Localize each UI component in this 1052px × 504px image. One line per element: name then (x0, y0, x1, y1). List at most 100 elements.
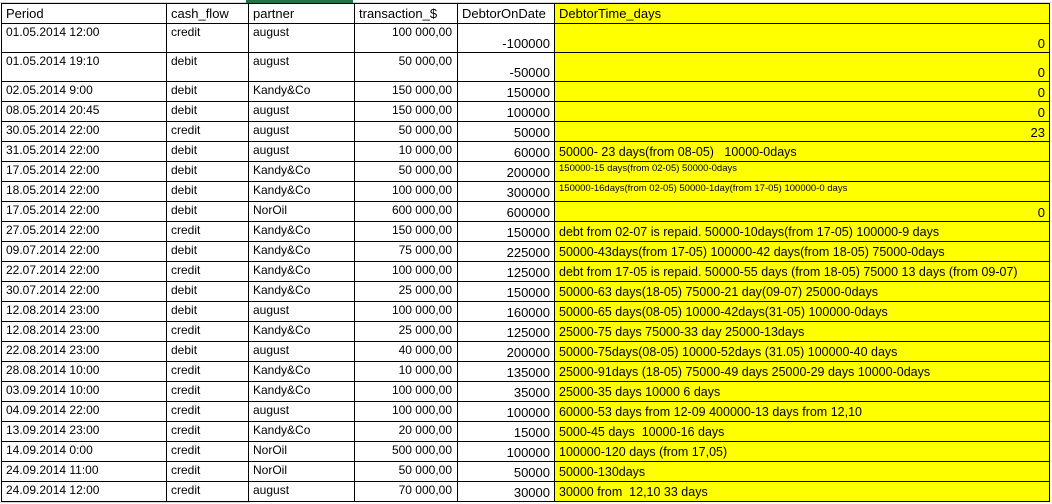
cell-partner[interactable]: august (248, 101, 355, 122)
cell-period[interactable]: 22.08.2014 23:00 (1, 341, 167, 362)
cell-transaction[interactable]: 100 000,00 (354, 301, 458, 322)
cell-cash-flow[interactable]: debit (166, 341, 249, 362)
cell-transaction[interactable]: 10 000,00 (354, 141, 458, 162)
cell-partner[interactable]: Kandy&Co (248, 421, 355, 442)
cell-debtor-on-date[interactable]: 600000 (457, 201, 555, 222)
cell-period[interactable]: 09.07.2014 22:00 (1, 241, 167, 262)
cell-cash-flow[interactable]: credit (166, 381, 249, 402)
cell-period[interactable]: 01.05.2014 12:00 (1, 23, 167, 53)
cell-period[interactable]: 12.08.2014 23:00 (1, 301, 167, 322)
cell-partner[interactable]: Kandy&Co (248, 181, 355, 202)
cell-period[interactable]: 22.07.2014 22:00 (1, 261, 167, 282)
cell-debtor-on-date[interactable]: 160000 (457, 301, 555, 322)
cell-debtor-time-days[interactable]: 25000-35 days 10000 6 days (554, 381, 1050, 402)
cell-cash-flow[interactable]: credit (166, 221, 249, 242)
cell-cash-flow[interactable]: credit (166, 481, 249, 502)
cell-partner[interactable]: NorOil (248, 201, 355, 222)
cell-debtor-on-date[interactable]: -50000 (457, 52, 555, 82)
cell-debtor-on-date[interactable]: 100000 (457, 441, 555, 462)
cell-cash-flow[interactable]: debit (166, 281, 249, 302)
cell-partner[interactable]: august (248, 141, 355, 162)
cell-debtor-on-date[interactable]: 100000 (457, 101, 555, 122)
cell-debtor-on-date[interactable]: 150000 (457, 281, 555, 302)
cell-transaction[interactable]: 600 000,00 (354, 201, 458, 222)
cell-cash-flow[interactable]: debit (166, 201, 249, 222)
cell-partner[interactable]: NorOil (248, 461, 355, 482)
cell-debtor-time-days[interactable]: 50000-75days(08-05) 10000-52days (31.05)… (554, 341, 1050, 362)
cell-partner[interactable]: august (248, 341, 355, 362)
cell-debtor-on-date[interactable]: 150000 (457, 81, 555, 102)
cell-transaction[interactable]: 500 000,00 (354, 441, 458, 462)
cell-debtor-on-date[interactable]: 225000 (457, 241, 555, 262)
cell-partner[interactable]: august (248, 52, 355, 82)
cell-debtor-time-days[interactable]: 0 (554, 101, 1050, 122)
cell-partner[interactable]: august (248, 121, 355, 142)
column-header-debtor-time-days[interactable]: DebtorTime_days (554, 3, 1050, 24)
cell-period[interactable]: 17.05.2014 22:00 (1, 201, 167, 222)
cell-partner[interactable]: august (248, 481, 355, 502)
cell-partner[interactable]: august (248, 301, 355, 322)
column-header-debtor-on-date[interactable]: DebtorOnDate (457, 3, 555, 24)
cell-period[interactable]: 03.09.2014 10:00 (1, 381, 167, 402)
cell-debtor-time-days[interactable]: debt from 02-07 is repaid. 50000-10days(… (554, 221, 1050, 242)
cell-partner[interactable]: august (248, 23, 355, 53)
cell-debtor-on-date[interactable]: 200000 (457, 161, 555, 182)
cell-transaction[interactable]: 150 000,00 (354, 221, 458, 242)
cell-debtor-time-days[interactable]: 30000 from 12,10 33 days (554, 481, 1050, 502)
cell-debtor-on-date[interactable]: 50000 (457, 121, 555, 142)
cell-transaction[interactable]: 75 000,00 (354, 241, 458, 262)
cell-partner[interactable]: august (248, 401, 355, 422)
column-header-partner[interactable]: partner (248, 3, 355, 24)
cell-cash-flow[interactable]: credit (166, 401, 249, 422)
cell-partner[interactable]: Kandy&Co (248, 361, 355, 382)
cell-partner[interactable]: Kandy&Co (248, 241, 355, 262)
cell-debtor-on-date[interactable]: 30000 (457, 481, 555, 502)
cell-period[interactable]: 12.08.2014 23:00 (1, 321, 167, 342)
column-header-period[interactable]: Period (1, 3, 167, 24)
cell-debtor-time-days[interactable]: 5000-45 days 10000-16 days (554, 421, 1050, 442)
cell-period[interactable]: 17.05.2014 22:00 (1, 161, 167, 182)
cell-debtor-on-date[interactable]: 125000 (457, 321, 555, 342)
cell-cash-flow[interactable]: debit (166, 141, 249, 162)
cell-transaction[interactable]: 40 000,00 (354, 341, 458, 362)
cell-period[interactable]: 31.05.2014 22:00 (1, 141, 167, 162)
cell-debtor-time-days[interactable]: 60000-53 days from 12-09 400000-13 days … (554, 401, 1050, 422)
cell-debtor-time-days[interactable]: 150000-16days(from 02-05) 50000-1day(fro… (554, 181, 1050, 202)
cell-debtor-time-days[interactable]: 50000-130days (554, 461, 1050, 482)
cell-cash-flow[interactable]: debit (166, 181, 249, 202)
cell-cash-flow[interactable]: credit (166, 261, 249, 282)
cell-cash-flow[interactable]: credit (166, 361, 249, 382)
cell-cash-flow[interactable]: debit (166, 101, 249, 122)
cell-debtor-time-days[interactable]: 50000-43days(from 17-05) 100000-42 days(… (554, 241, 1050, 262)
cell-cash-flow[interactable]: debit (166, 52, 249, 82)
cell-debtor-on-date[interactable]: 135000 (457, 361, 555, 382)
cell-partner[interactable]: Kandy&Co (248, 321, 355, 342)
cell-debtor-on-date[interactable]: 125000 (457, 261, 555, 282)
cell-debtor-time-days[interactable]: 23 (554, 121, 1050, 142)
cell-transaction[interactable]: 50 000,00 (354, 121, 458, 142)
cell-transaction[interactable]: 100 000,00 (354, 401, 458, 422)
cell-debtor-time-days[interactable]: 50000- 23 days(from 08-05) 10000-0days (554, 141, 1050, 162)
cell-debtor-on-date[interactable]: 100000 (457, 401, 555, 422)
cell-transaction[interactable]: 10 000,00 (354, 361, 458, 382)
cell-transaction[interactable]: 70 000,00 (354, 481, 458, 502)
cell-period[interactable]: 27.05.2014 22:00 (1, 221, 167, 242)
cell-partner[interactable]: Kandy&Co (248, 221, 355, 242)
cell-cash-flow[interactable]: credit (166, 321, 249, 342)
cell-cash-flow[interactable]: credit (166, 441, 249, 462)
cell-period[interactable]: 08.05.2014 20:45 (1, 101, 167, 122)
cell-debtor-time-days[interactable]: 150000-15 days(from 02-05) 50000-0days (554, 161, 1050, 182)
cell-partner[interactable]: Kandy&Co (248, 381, 355, 402)
cell-partner[interactable]: Kandy&Co (248, 281, 355, 302)
cell-period[interactable]: 02.05.2014 9:00 (1, 81, 167, 102)
cell-transaction[interactable]: 100 000,00 (354, 181, 458, 202)
cell-partner[interactable]: Kandy&Co (248, 161, 355, 182)
cell-partner[interactable]: Kandy&Co (248, 81, 355, 102)
cell-debtor-on-date[interactable]: 35000 (457, 381, 555, 402)
cell-cash-flow[interactable]: credit (166, 121, 249, 142)
cell-period[interactable]: 18.05.2014 22:00 (1, 181, 167, 202)
cell-debtor-time-days[interactable]: 25000-75 days 75000-33 day 25000-13days (554, 321, 1050, 342)
column-header-cash-flow[interactable]: cash_flow (166, 3, 249, 24)
cell-period[interactable]: 13.09.2014 23:00 (1, 421, 167, 442)
cell-debtor-time-days[interactable]: 25000-91days (18-05) 75000-49 days 25000… (554, 361, 1050, 382)
